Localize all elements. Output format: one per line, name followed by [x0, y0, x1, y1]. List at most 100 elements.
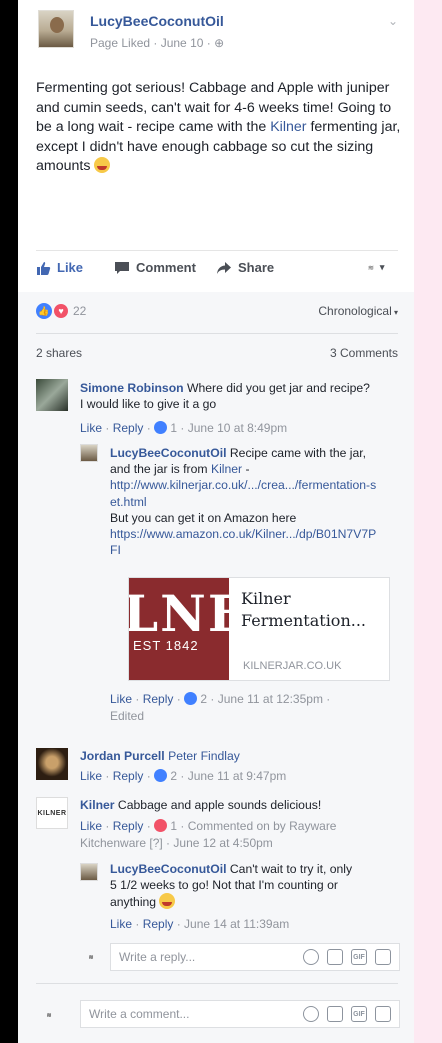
avatar[interactable] — [80, 444, 98, 462]
page-name-link[interactable]: LucyBeeCoconutOil — [90, 13, 224, 29]
reply-placeholder: Write a reply... — [119, 950, 196, 964]
comment-like-link[interactable]: Like — [110, 692, 132, 706]
comment-like-count[interactable]: 1 — [170, 421, 177, 435]
comment-reply-link[interactable]: Reply — [113, 769, 144, 783]
camera-icon[interactable] — [327, 1006, 343, 1022]
smiling-emoji-icon — [94, 157, 111, 173]
preview-title: Kilner Fermentation... — [241, 589, 366, 630]
post-actions: Like Comment Share ≋ ▾ — [36, 260, 398, 280]
comment-reply-link[interactable]: Reply — [143, 917, 174, 931]
left-dark-band — [0, 0, 18, 1043]
post-meta-text: Page Liked · June 10 · — [90, 36, 215, 50]
kilner-avatar-icon: ≋ — [46, 1012, 52, 1019]
facebook-post-card: LucyBeeCoconutOil Page Liked · June 10 ·… — [18, 0, 414, 1043]
gif-icon[interactable]: GIF — [351, 1006, 367, 1022]
share-label: Share — [238, 260, 275, 275]
dropdown-caret-icon: ▾ — [379, 262, 385, 272]
like-reaction-icon: 👍 — [36, 303, 52, 319]
sticker-icon[interactable] — [375, 949, 391, 965]
comment-author[interactable]: LucyBeeCoconutOil — [110, 446, 226, 460]
camera-icon[interactable] — [327, 949, 343, 965]
comment-time[interactable]: June 11 at 12:35pm — [218, 692, 323, 706]
comment-reply-link[interactable]: Reply — [113, 421, 144, 435]
comment-text: Cabbage and apple sounds delicious! — [114, 798, 322, 812]
comments-count-link[interactable]: 3 Comments — [330, 346, 398, 360]
comment-meta: Like · Reply · 1 · June 10 at 8:49pm — [80, 421, 288, 435]
avatar[interactable]: KILNER — [36, 797, 68, 829]
kilner-url-link[interactable]: http://www.kilnerjar.co.uk/.../crea.../f… — [110, 478, 376, 508]
sticker-icon[interactable] — [375, 1006, 391, 1022]
comment-simone: Simone Robinson Where did you get jar an… — [80, 380, 370, 412]
like-badge-icon — [154, 769, 168, 782]
page-avatar[interactable] — [38, 10, 74, 48]
mention-link[interactable]: Peter Findlay — [168, 749, 240, 763]
gif-label: GIF — [353, 1010, 365, 1018]
comment-author[interactable]: LucyBeeCoconutOil — [110, 862, 226, 876]
comment-input-divider — [36, 983, 398, 984]
amazon-url-link[interactable]: https://www.amazon.co.uk/Kilner.../dp/B0… — [110, 527, 376, 557]
emoji-icon[interactable] — [303, 949, 319, 965]
comment-author[interactable]: Simone Robinson — [80, 381, 184, 395]
post-meta: Page Liked · June 10 · ⊕ — [90, 36, 224, 50]
kilner-logo-image: LNE EST 1842 — [129, 578, 229, 680]
comment-button[interactable]: Comment — [114, 260, 196, 275]
kilner-logo-text: KILNER — [37, 809, 67, 817]
globe-icon: ⊕ — [214, 36, 225, 50]
edited-label[interactable]: Edited — [110, 709, 144, 723]
comment-meta: Like · Reply · 2 · June 11 at 9:47pm — [80, 769, 287, 783]
post-header: LucyBeeCoconutOil Page Liked · June 10 ·… — [18, 0, 414, 60]
gif-label: GIF — [353, 953, 365, 961]
kilner-link[interactable]: Kilner — [270, 119, 306, 135]
reply-text-c: But you can get it on Amazon here — [110, 510, 297, 525]
reply-lucybee-1: LucyBeeCoconutOil Recipe came with the j… — [110, 445, 382, 558]
comment-sort-dropdown[interactable]: Chronological ▾ — [318, 304, 398, 318]
reply-lucybee-2: LucyBeeCoconutOil Can't wait to try it, … — [110, 861, 360, 911]
emoji-icon[interactable] — [303, 1006, 319, 1022]
comment-tools: GIF — [303, 1006, 391, 1022]
reaction-count: 22 — [73, 304, 87, 318]
gif-icon[interactable]: GIF — [351, 949, 367, 965]
reply-meta: Like · Reply · 2 · June 11 at 12:35pm · … — [110, 692, 331, 723]
comment-time[interactable]: June 10 at 8:49pm — [188, 421, 287, 435]
like-label: Like — [57, 260, 84, 275]
comment-like-link[interactable]: Like — [80, 819, 102, 833]
thumbs-up-icon — [37, 261, 51, 275]
like-button[interactable]: Like — [36, 260, 83, 275]
share-button[interactable]: Share — [216, 260, 274, 275]
comment-reply-link[interactable]: Reply — [113, 819, 144, 833]
post-body: Fermenting got serious! Cabbage and Appl… — [36, 79, 406, 177]
preview-image-letters: LNE — [129, 584, 229, 643]
avatar[interactable] — [36, 379, 68, 411]
kilner-small-avatar-icon: ≋ — [88, 954, 94, 961]
like-badge-icon — [154, 421, 168, 434]
comment-meta: Like · Reply · 1 · Commented on by Raywa… — [80, 819, 337, 850]
link-preview-card[interactable]: LNE EST 1842 Kilner Fermentation... KILN… — [128, 577, 390, 681]
comment-input[interactable]: Write a comment... GIF — [80, 1000, 400, 1028]
chevron-down-icon[interactable]: ⌄ — [388, 14, 398, 28]
comment-like-count[interactable]: 1 — [170, 819, 177, 833]
comment-like-link[interactable]: Like — [80, 421, 102, 435]
right-pink-band — [414, 0, 442, 1043]
comment-author[interactable]: Jordan Purcell — [80, 749, 165, 763]
comment-kilner: Kilner Cabbage and apple sounds deliciou… — [80, 797, 380, 813]
speech-bubble-icon — [115, 261, 129, 274]
shares-link[interactable]: 2 shares — [36, 346, 82, 360]
like-badge-icon — [184, 692, 198, 705]
reply-input[interactable]: Write a reply... GIF — [110, 943, 400, 971]
avatar[interactable] — [36, 748, 68, 780]
comment-reply-link[interactable]: Reply — [143, 692, 174, 706]
comment-time[interactable]: June 14 at 11:39am — [184, 917, 289, 931]
share-arrow-icon — [217, 261, 231, 274]
audience-selector[interactable]: ≋ ▾ — [368, 262, 384, 273]
kilner-mention-link[interactable]: Kilner — [211, 462, 242, 476]
reactions-summary[interactable]: 👍 ♥ 22 — [36, 303, 86, 319]
caret-down-icon: ▾ — [391, 308, 398, 317]
comment-time[interactable]: June 12 at 4:50pm — [173, 836, 272, 850]
avatar[interactable] — [80, 863, 98, 881]
comment-like-link[interactable]: Like — [80, 769, 102, 783]
comment-like-count[interactable]: 2 — [170, 769, 177, 783]
comment-like-count[interactable]: 2 — [200, 692, 207, 706]
comment-author[interactable]: Kilner — [80, 798, 115, 812]
comment-time[interactable]: June 11 at 9:47pm — [188, 769, 287, 783]
comment-like-link[interactable]: Like — [110, 917, 132, 931]
